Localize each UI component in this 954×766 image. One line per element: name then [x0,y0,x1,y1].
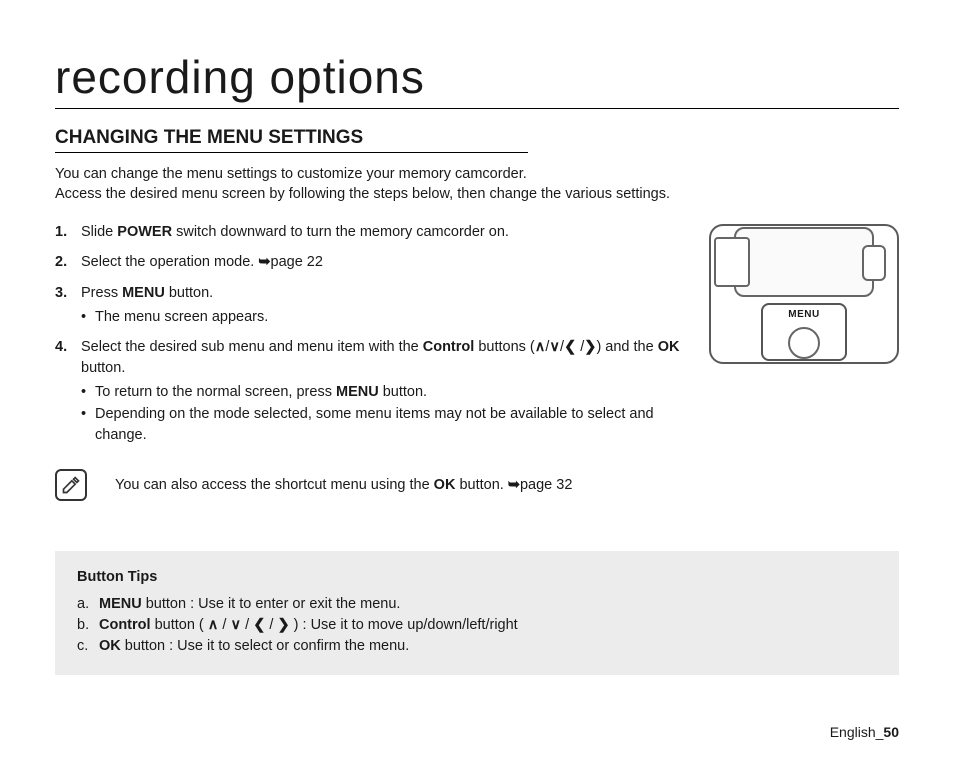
sub-list: To return to the normal screen, press ME… [81,382,685,445]
chevron-right-icon: ❯ [277,617,289,633]
page-footer: English_50 [830,724,899,740]
step-text: Select the operation mode. ➥page 22 [81,254,323,270]
intro-text: You can change the menu settings to cust… [55,165,675,204]
camera-lens-icon [862,245,886,281]
steps-list: 1. Slide POWER switch downward to turn t… [55,222,685,501]
step-4: 4. Select the desired sub menu and menu … [55,337,685,444]
tip-item-c: c. OK button : Use it to select or confi… [77,636,877,657]
camera-body-icon [734,227,874,297]
tips-list: a. MENU button : Use it to enter or exit… [77,594,877,657]
page-title: recording options [55,50,899,109]
manual-page: recording options CHANGING THE MENU SETT… [0,0,954,766]
menu-button-diagram: MENU [761,303,847,361]
page-number: 50 [883,724,899,740]
menu-label: MENU [788,309,819,320]
chevron-down-icon: ∨ [549,339,560,355]
step-1: 1. Slide POWER switch downward to turn t… [55,222,685,242]
step-2: 2. Select the operation mode. ➥page 22 [55,252,685,272]
arrow-icon: ➥ [508,475,520,495]
note-row: You can also access the shortcut menu us… [55,469,685,501]
chevron-up-icon: ∧ [208,617,219,633]
chevron-left-icon: ❮ [564,339,576,355]
footer-language: English [830,724,876,740]
step-number: 2. [55,252,67,272]
tip-item-a: a. MENU button : Use it to enter or exit… [77,594,877,615]
sub-list: The menu screen appears. [81,307,685,327]
step-number: 3. [55,283,67,303]
tips-title: Button Tips [77,567,877,588]
step-text: Slide POWER switch downward to turn the … [81,224,509,240]
step-3: 3. Press MENU button. The menu screen ap… [55,283,685,328]
chevron-left-icon: ❮ [253,617,265,633]
button-tips-box: Button Tips a. MENU button : Use it to e… [55,551,899,675]
arrow-icon: ➥ [258,252,270,272]
section-heading: CHANGING THE MENU SETTINGS [55,127,528,153]
sub-item: Depending on the mode selected, some men… [81,404,685,445]
chevron-right-icon: ❯ [584,339,596,355]
step-text: Press MENU button. [81,285,213,301]
step-number: 4. [55,337,67,357]
note-text: You can also access the shortcut menu us… [115,475,572,495]
step-number: 1. [55,222,67,242]
intro-line-2: Access the desired menu screen by follow… [55,186,670,202]
sub-item: To return to the normal screen, press ME… [81,382,685,402]
content-row: 1. Slide POWER switch downward to turn t… [55,222,899,501]
intro-line-1: You can change the menu settings to cust… [55,166,527,182]
tip-item-b: b. Control button ( ∧ / ∨ / ❮ / ❯ ) : Us… [77,615,877,636]
note-icon [55,469,87,501]
camera-screen-icon [714,237,750,287]
sub-item: The menu screen appears. [81,307,685,327]
step-text: Select the desired sub menu and menu ite… [81,339,679,375]
chevron-up-icon: ∧ [535,339,546,355]
camcorder-illustration: MENU [709,224,899,364]
pencil-note-icon [61,475,81,495]
chevron-down-icon: ∨ [231,617,242,633]
